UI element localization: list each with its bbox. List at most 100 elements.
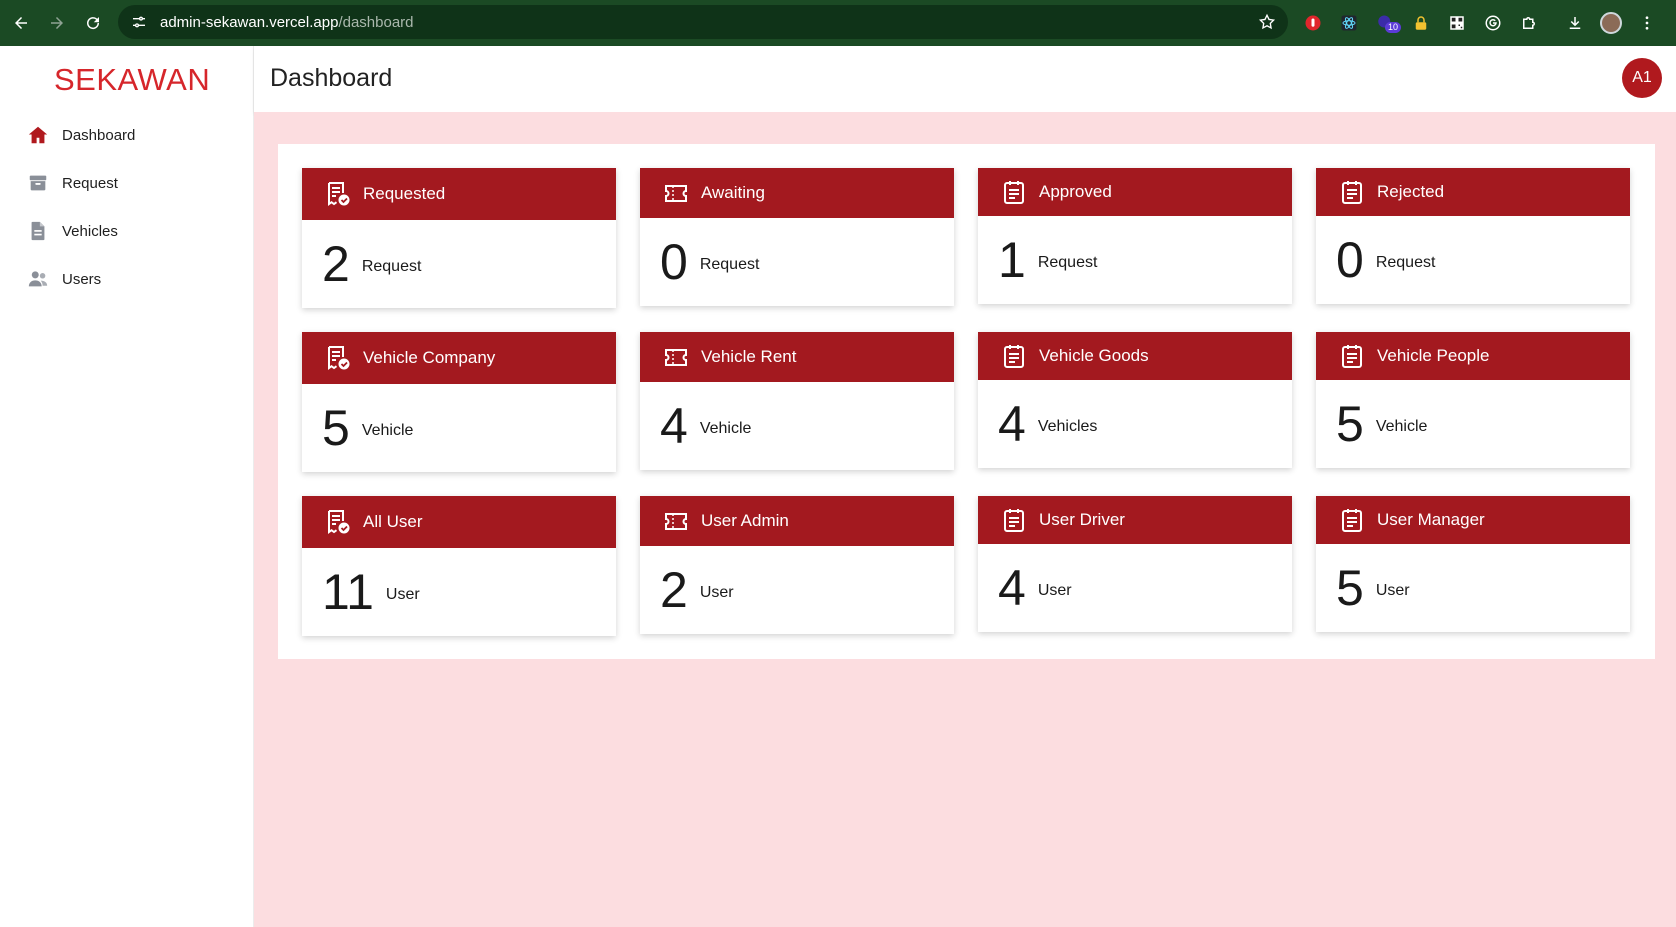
card-count: 2 — [660, 562, 688, 618]
card-body: 1 Request — [978, 216, 1292, 304]
card-title: User Driver — [1039, 510, 1125, 529]
back-button[interactable] — [4, 6, 38, 40]
extension-react[interactable] — [1331, 0, 1367, 46]
sidebar-item-dashboard[interactable]: Dashboard — [26, 120, 135, 150]
clipboard-icon — [1000, 506, 1028, 534]
archive-icon — [26, 171, 50, 195]
card-unit: User — [699, 584, 734, 601]
reload-button[interactable] — [76, 6, 110, 40]
clipboard-icon — [1000, 178, 1028, 206]
card-unit: Vehicle — [361, 422, 414, 439]
download-icon — [1569, 17, 1581, 29]
profile-button[interactable] — [1593, 0, 1629, 46]
sidebar-item-label: Dashboard — [62, 126, 136, 144]
card-body: 4 Vehicle — [640, 382, 954, 470]
page-title: Dashboard — [270, 64, 393, 92]
card-body: 4 User — [978, 544, 1292, 632]
browser-toolbar: admin-sekawan.vercel.app/dashboard 10 — [0, 0, 1676, 46]
stat-card-awaiting[interactable]: Awaiting 0 Request — [640, 168, 954, 306]
extensions-menu[interactable] — [1511, 0, 1547, 46]
grammarly-icon — [1485, 15, 1501, 31]
forward-button[interactable] — [40, 6, 74, 40]
home-icon — [26, 123, 50, 147]
extension-badge-app[interactable]: 10 — [1367, 0, 1403, 46]
avatar[interactable]: A1 — [1622, 58, 1662, 98]
clipboard-icon — [1338, 342, 1366, 370]
card-count: 0 — [660, 234, 688, 290]
card-count: 2 — [322, 236, 350, 292]
users-icon — [26, 267, 50, 291]
stat-card-user-manager[interactable]: User Manager 5 User — [1316, 496, 1630, 632]
puzzle-icon — [1523, 17, 1535, 29]
card-title: Rejected — [1377, 182, 1445, 201]
stat-card-user-admin[interactable]: User Admin 2 User — [640, 496, 954, 634]
sidebar-item-request[interactable]: Request — [26, 168, 118, 198]
stat-card-user-driver[interactable]: User Driver 4 User — [978, 496, 1292, 632]
sidebar-item-vehicles[interactable]: Vehicles — [26, 216, 118, 246]
card-unit: Request — [1037, 254, 1098, 271]
ticket-icon — [662, 179, 690, 207]
card-unit: User — [1037, 582, 1072, 599]
document-icon — [26, 219, 50, 243]
site-settings-icon[interactable] — [122, 5, 156, 39]
card-count: 11 — [322, 564, 374, 620]
card-body: 4 Vehicles — [978, 380, 1292, 468]
card-header: Vehicle Goods — [978, 332, 1292, 380]
card-title: Vehicle People — [1377, 346, 1490, 365]
lock-icon — [1415, 16, 1427, 30]
card-body: 5 User — [1316, 544, 1630, 632]
card-title: Approved — [1039, 182, 1112, 201]
atom-icon — [1341, 15, 1357, 31]
sidebar-item-label: Vehicles — [62, 222, 118, 240]
extension-adblock[interactable] — [1295, 0, 1331, 46]
stat-card-approved[interactable]: Approved 1 Request — [978, 168, 1292, 304]
stat-card-vehicle-goods[interactable]: Vehicle Goods 4 Vehicles — [978, 332, 1292, 468]
card-unit: Request — [699, 256, 760, 273]
extension-grammarly[interactable] — [1475, 0, 1511, 46]
browser-menu-button[interactable] — [1629, 0, 1665, 46]
stat-card-vehicle-company[interactable]: Vehicle Company 5 Vehicle — [302, 332, 616, 472]
card-unit: Request — [1375, 254, 1436, 271]
card-body: 2 Request — [302, 220, 616, 308]
card-header: All User — [302, 496, 616, 548]
extension-lock[interactable] — [1403, 0, 1439, 46]
sidebar-item-users[interactable]: Users — [26, 264, 101, 294]
qr-code-icon — [1450, 16, 1464, 30]
card-title: Vehicle Goods — [1039, 346, 1149, 365]
stat-card-rejected[interactable]: Rejected 0 Request — [1316, 168, 1630, 304]
downloads-button[interactable] — [1557, 0, 1593, 46]
address-bar[interactable]: admin-sekawan.vercel.app/dashboard — [118, 5, 1288, 39]
stat-card-all-user[interactable]: All User 11 User — [302, 496, 616, 636]
stat-card-vehicle-rent[interactable]: Vehicle Rent 4 Vehicle — [640, 332, 954, 470]
card-header: Vehicle Company — [302, 332, 616, 384]
card-header: Rejected — [1316, 168, 1630, 216]
card-body: 0 Request — [1316, 216, 1630, 304]
card-unit: User — [1375, 582, 1410, 599]
extensions-area: 10 — [1295, 0, 1665, 46]
card-count: 4 — [998, 396, 1026, 452]
card-count: 4 — [660, 398, 688, 454]
brand-logo[interactable]: SEKAWAN — [54, 62, 210, 98]
extension-qr[interactable] — [1439, 0, 1475, 46]
card-count: 5 — [1336, 396, 1364, 452]
url-host: admin-sekawan.vercel.app — [160, 13, 339, 31]
stat-card-vehicle-people[interactable]: Vehicle People 5 Vehicle — [1316, 332, 1630, 468]
sidebar: SEKAWAN Dashboard Request Vehicles Users — [0, 46, 254, 927]
card-body: 5 Vehicle — [1316, 380, 1630, 468]
extension-count-badge: 10 — [1385, 22, 1402, 33]
card-count: 1 — [998, 232, 1026, 288]
sidebar-item-label: Request — [62, 174, 118, 192]
card-body: 0 Request — [640, 218, 954, 306]
card-count: 4 — [998, 560, 1026, 616]
card-count: 5 — [322, 400, 350, 456]
card-header: User Manager — [1316, 496, 1630, 544]
reload-icon — [87, 17, 100, 30]
stat-card-requested[interactable]: Requested 2 Request — [302, 168, 616, 308]
card-title: Requested — [363, 184, 446, 203]
more-vertical-icon — [1645, 16, 1649, 30]
clipboard-icon — [1338, 506, 1366, 534]
stats-panel: Requested 2 Request Awaiting 0 Request A… — [278, 144, 1655, 659]
card-unit: Vehicles — [1037, 418, 1098, 435]
arrow-left-icon — [15, 17, 27, 29]
bookmark-star-icon[interactable] — [1258, 13, 1276, 31]
